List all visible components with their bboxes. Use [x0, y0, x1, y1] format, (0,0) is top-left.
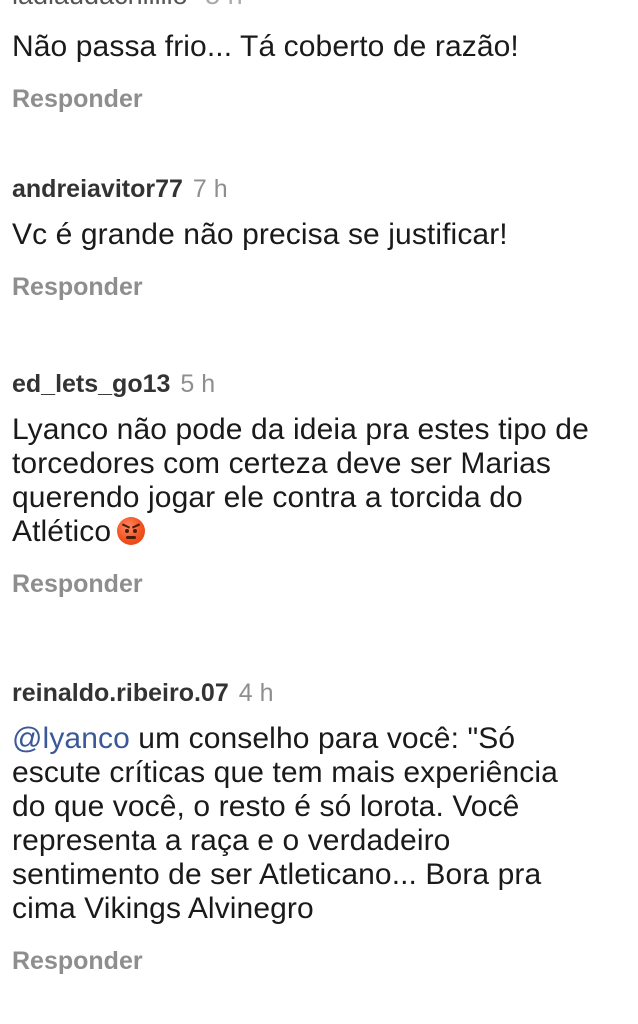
comment-text-line: do que você, o resto é só lorota. Você: [12, 790, 520, 823]
comment-text-line: querendo jogar ele contra a torcida do: [12, 481, 523, 514]
comment-text-fragment: Atlético: [12, 515, 112, 548]
comment-username[interactable]: reinaldo.ribeiro.07: [12, 679, 229, 707]
comment-text: Vc é grande não precisa se justificar!: [12, 218, 508, 251]
comment-text-line: cima Vikings Alvinegro: [12, 892, 314, 925]
comment-item: Não passa frio... Tá coberto de razão! R…: [12, 30, 630, 114]
comment-text-line: torcedores com certeza deve ser Marias: [12, 447, 552, 480]
comment-username[interactable]: ed_lets_go13: [12, 370, 170, 398]
reply-button[interactable]: Responder: [12, 946, 143, 976]
comment-text: Não passa frio... Tá coberto de razão!: [12, 30, 519, 63]
reply-button[interactable]: Responder: [12, 84, 143, 114]
comment-text-line: representa a raça e o verdadeiro: [12, 824, 451, 857]
angry-face-emoji: [117, 517, 146, 545]
comment-text-line: sentimento de ser Atleticano... Bora pra: [12, 858, 542, 891]
comment-text-line: Lyanco não pode da ideia pra estes tipo …: [12, 413, 589, 446]
comment-text-line: Atlético: [12, 515, 630, 549]
comment-text-fragment: um conselho para você: "Só: [129, 722, 516, 755]
comment-header: ed_lets_go13 5 h: [12, 369, 630, 399]
comment-item: ed_lets_go13 5 h Lyanco não pode da ideia…: [12, 369, 630, 599]
comment-text: Lyanco não pode da ideia pra estes tipo …: [12, 413, 630, 549]
comment-header: reinaldo.ribeiro.07 4 h: [12, 678, 630, 708]
comment-time: 7 h: [192, 175, 228, 203]
comment-username[interactable]: andreiavitor77: [12, 175, 183, 203]
user-mention-link[interactable]: @lyanco: [12, 722, 130, 755]
comment-time: 4 h: [238, 679, 274, 707]
comment-text-line: escute críticas que tem mais experiência: [12, 756, 558, 789]
comment-header: andreiavitor77 7 h: [12, 174, 630, 204]
comment-time: 5 h: [205, 0, 243, 10]
comment-text: @lyanco um conselho para você: "Só escut…: [12, 722, 630, 926]
comment-text-line: @lyanco um conselho para você: "Só: [12, 722, 630, 756]
comment-time: 5 h: [180, 370, 216, 398]
reply-button[interactable]: Responder: [12, 272, 143, 302]
partial-comment-header: ladiaudachiiiiio 5 h: [12, 0, 243, 11]
comment-username[interactable]: ladiaudachiiiiio: [12, 0, 188, 10]
comment-item: andreiavitor77 7 h Vc é grande não precis…: [12, 174, 630, 302]
comment-item: reinaldo.ribeiro.07 4 h @lyanco um consel…: [12, 678, 630, 976]
reply-button[interactable]: Responder: [12, 569, 143, 599]
